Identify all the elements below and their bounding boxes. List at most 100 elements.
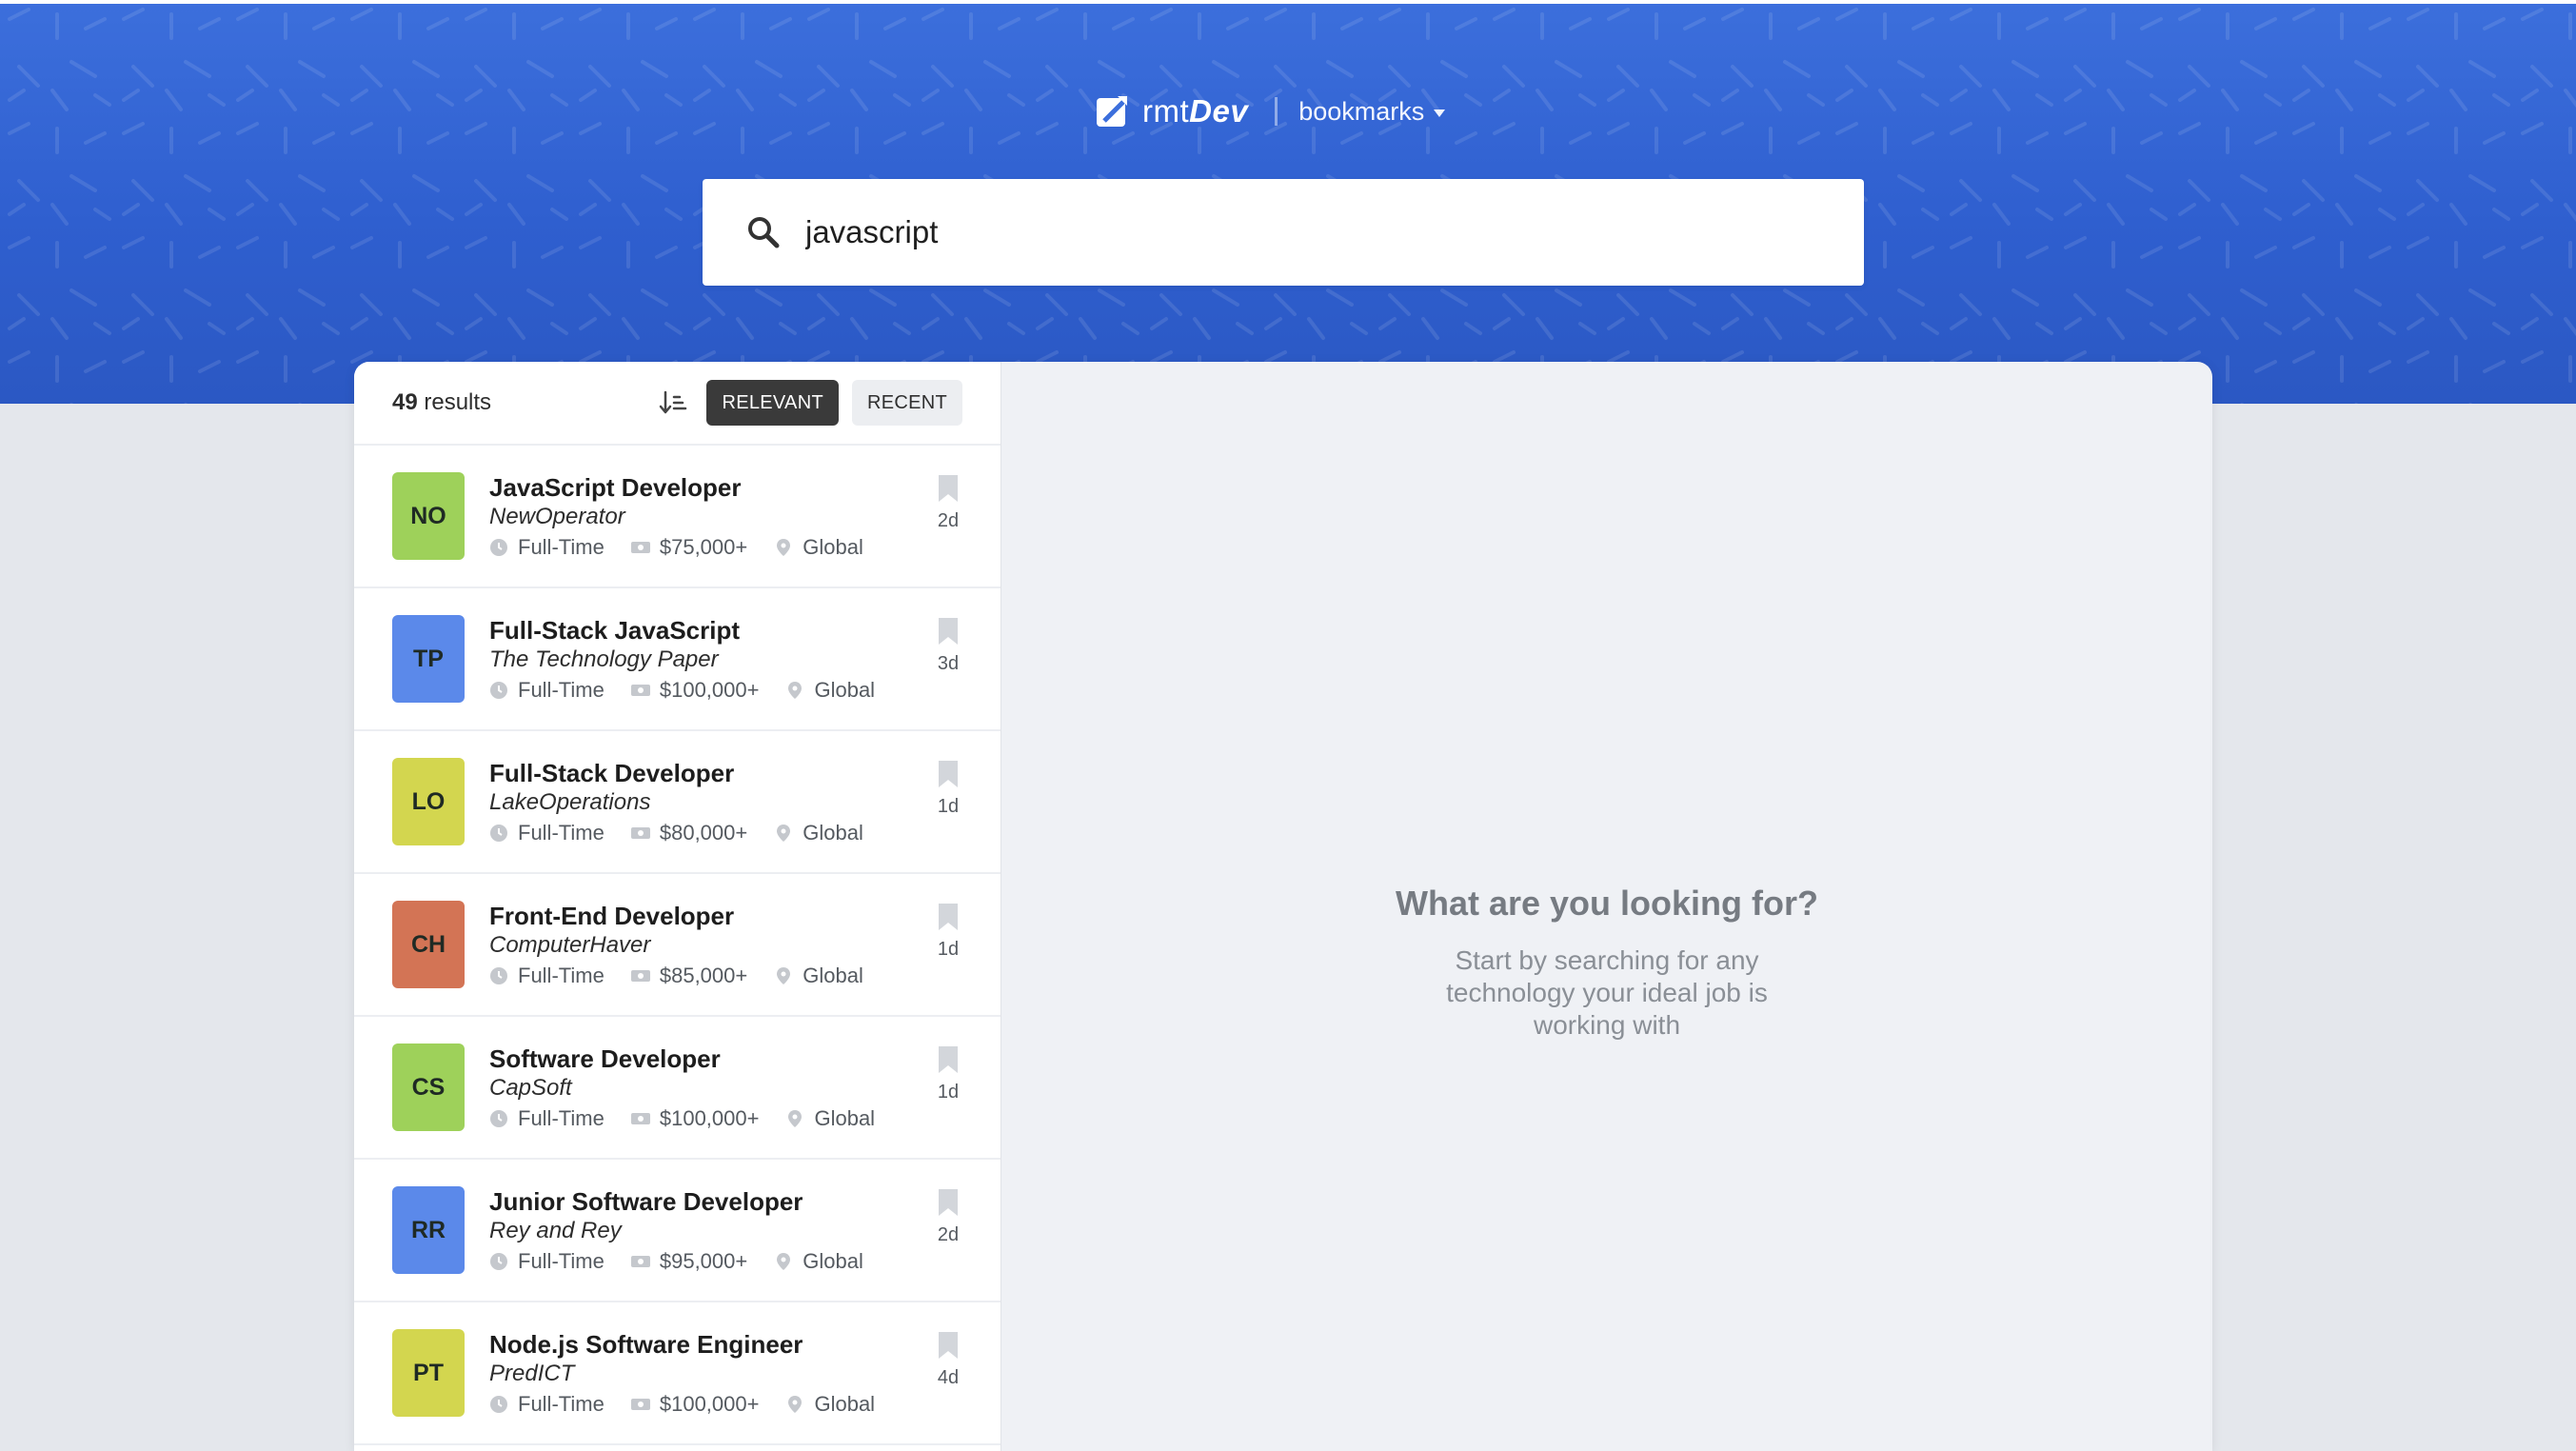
job-info: Node.js Software Engineer PredICT Full-T… (489, 1329, 902, 1417)
bookmarks-button[interactable]: bookmarks (1298, 96, 1446, 127)
logo-text[interactable]: rmtDev (1142, 93, 1248, 129)
job-meta: Full-Time $75,000+ Global (489, 535, 890, 560)
job-meta: Full-Time $80,000+ Global (489, 821, 890, 845)
bookmark-icon[interactable] (938, 474, 959, 503)
job-info: Software Developer CapSoft Full-Time $10… (489, 1044, 902, 1131)
search-input[interactable] (805, 204, 1805, 261)
job-type: Full-Time (489, 964, 604, 988)
job-company: PredICT (489, 1361, 575, 1386)
logo-icon (1097, 96, 1127, 127)
money-icon (630, 1256, 650, 1267)
location-pin-icon (788, 682, 803, 699)
job-side: 1d (934, 903, 962, 961)
job-salary-label: $100,000+ (659, 678, 760, 702)
job-type-label: Full-Time (518, 1249, 604, 1273)
job-list-item[interactable]: PT Node.js Software Engineer PredICT Ful… (354, 1302, 1001, 1445)
bookmark-icon[interactable] (938, 903, 959, 931)
sidebar: 49 results RELEVANT RECENT NO JavaScript… (354, 362, 1001, 1451)
clock-icon (490, 825, 507, 842)
job-meta: Full-Time $85,000+ Global (489, 964, 890, 988)
job-title: Front-End Developer (489, 902, 735, 930)
job-company: CapSoft (489, 1075, 572, 1101)
job-list-item[interactable]: LO Full-Stack Developer LakeOperations F… (354, 731, 1001, 874)
job-type-label: Full-Time (518, 678, 604, 702)
job-type-label: Full-Time (518, 821, 604, 845)
bookmark-icon[interactable] (938, 760, 959, 788)
job-type: Full-Time (489, 678, 604, 703)
clock-icon (490, 682, 507, 699)
job-list-item[interactable]: RR Junior Software Developer Rey and Rey… (354, 1160, 1001, 1302)
job-location-label: Global (803, 821, 863, 845)
money-icon (630, 685, 650, 696)
job-meta: Full-Time $100,000+ Global (489, 678, 902, 703)
location-pin-icon (788, 1110, 803, 1127)
job-type-label: Full-Time (518, 1106, 604, 1130)
location-pin-icon (777, 1253, 791, 1270)
top-strip (0, 0, 2576, 4)
job-location-label: Global (803, 964, 863, 987)
job-location: Global (774, 964, 863, 988)
sort-relevant-button[interactable]: RELEVANT (706, 380, 839, 426)
job-company: Rey and Rey (489, 1218, 622, 1243)
company-badge: NO (392, 472, 465, 560)
result-count-number: 49 (392, 389, 418, 415)
job-salary: $95,000+ (630, 1249, 747, 1274)
job-side: 3d (934, 617, 962, 675)
job-location-label: Global (803, 535, 863, 559)
clock-icon (490, 1110, 507, 1127)
job-title: JavaScript Developer (489, 473, 742, 502)
search-form (703, 179, 1864, 286)
job-list-item[interactable]: CH Front-End Developer ComputerHaver Ful… (354, 874, 1001, 1017)
job-location: Global (785, 678, 875, 703)
job-type-label: Full-Time (518, 964, 604, 987)
job-age: 1d (937, 939, 960, 960)
job-side: 2d (934, 474, 962, 532)
job-location: Global (774, 535, 863, 560)
sort-controls: RELEVANT RECENT (659, 380, 962, 426)
job-side: 1d (934, 760, 962, 818)
company-badge: TP (392, 615, 465, 703)
job-meta: Full-Time $100,000+ Global (489, 1106, 902, 1131)
job-info: JavaScript Developer NewOperator Full-Ti… (489, 472, 890, 560)
brand-bar: rmtDev bookmarks (1095, 88, 1495, 135)
location-pin-icon (777, 539, 791, 556)
money-icon (630, 542, 650, 553)
job-type: Full-Time (489, 1392, 604, 1417)
job-salary-label: $100,000+ (659, 1392, 760, 1416)
result-count: 49 results (392, 389, 491, 416)
job-title: Software Developer (489, 1044, 721, 1073)
job-salary: $100,000+ (630, 1392, 760, 1417)
job-title: Junior Software Developer (489, 1187, 803, 1216)
job-location: Global (785, 1392, 875, 1417)
job-info: Junior Software Developer Rey and Rey Fu… (489, 1186, 890, 1274)
clock-icon (490, 539, 507, 556)
money-icon (630, 1399, 650, 1410)
job-info: Front-End Developer ComputerHaver Full-T… (489, 901, 890, 988)
job-list-item[interactable]: TP Full-Stack JavaScript The Technology … (354, 588, 1001, 731)
job-salary: $100,000+ (630, 678, 760, 703)
job-location-label: Global (803, 1249, 863, 1273)
empty-state-text: Start by searching for any technology yo… (1446, 945, 1768, 1040)
sort-recent-button[interactable]: RECENT (851, 380, 962, 426)
job-side: 2d (934, 1188, 962, 1246)
job-list-item[interactable]: CS Software Developer CapSoft Full-Time … (354, 1017, 1001, 1160)
job-company: LakeOperations (489, 789, 651, 815)
job-list-item[interactable]: NO JavaScript Developer NewOperator Full… (354, 446, 1001, 588)
location-pin-icon (788, 1396, 803, 1413)
job-age: 2d (937, 510, 960, 531)
bookmark-icon[interactable] (938, 1045, 959, 1074)
company-badge: LO (392, 758, 465, 845)
job-age: 2d (937, 1224, 960, 1245)
bookmarks-label: bookmarks (1298, 96, 1425, 126)
job-location-label: Global (814, 678, 876, 702)
job-salary-label: $75,000+ (659, 535, 748, 559)
job-title: Node.js Software Engineer (489, 1330, 803, 1359)
location-pin-icon (777, 825, 791, 842)
job-type-label: Full-Time (518, 1392, 604, 1416)
search-icon[interactable] (746, 215, 781, 249)
job-info: Full-Stack Developer LakeOperations Full… (489, 758, 890, 845)
caret-down-icon (1434, 109, 1446, 117)
bookmark-icon[interactable] (938, 617, 959, 646)
bookmark-icon[interactable] (938, 1331, 959, 1360)
bookmark-icon[interactable] (938, 1188, 959, 1217)
